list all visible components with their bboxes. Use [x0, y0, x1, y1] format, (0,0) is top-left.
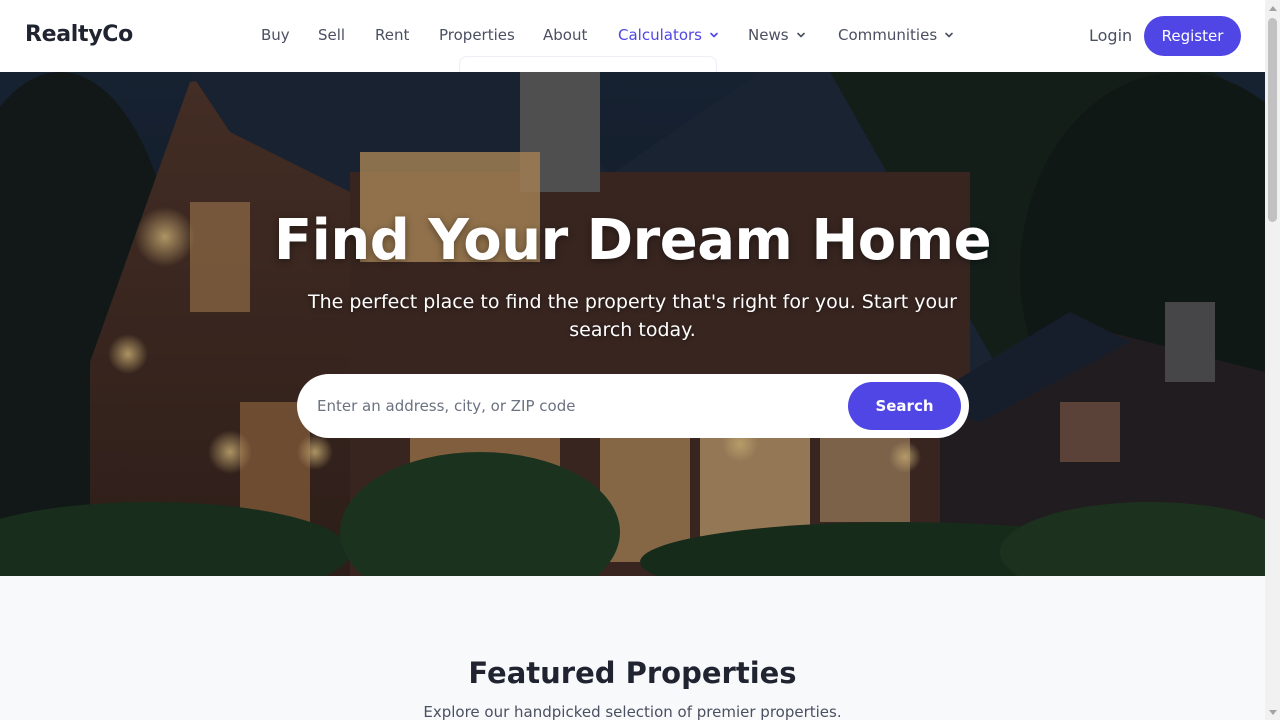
chevron-down-icon — [795, 29, 807, 41]
nav-link-communities[interactable]: Communities — [838, 26, 955, 44]
nav-link-label: Rent — [375, 26, 410, 44]
hero-subtitle: The perfect place to find the property t… — [308, 291, 957, 341]
register-button[interactable]: Register — [1144, 16, 1241, 56]
scrollbar-thumb[interactable] — [1268, 18, 1277, 222]
search-form: Search — [297, 374, 969, 438]
nav-link-buy[interactable]: Buy — [261, 26, 290, 44]
site-header: RealtyCo Buy Sell Rent Properties About … — [0, 0, 1265, 72]
scroll-down-arrow-icon[interactable] — [1265, 705, 1280, 720]
nav-link-label: Communities — [838, 26, 938, 44]
nav-link-label: About — [543, 26, 588, 44]
nav-link-news[interactable]: News — [748, 26, 807, 44]
nav-link-label: News — [748, 26, 789, 44]
nav-link-label: Calculators — [618, 26, 702, 44]
login-link[interactable]: Login — [1089, 26, 1132, 45]
nav-link-label: Sell — [318, 26, 346, 44]
calculators-dropdown-menu — [459, 56, 717, 72]
chevron-down-icon — [708, 29, 720, 41]
scroll-up-arrow-icon[interactable] — [1265, 0, 1280, 15]
page-scrollbar[interactable] — [1265, 0, 1280, 720]
search-input[interactable] — [317, 397, 848, 415]
nav-link-about[interactable]: About — [543, 26, 587, 44]
main-nav: Buy Sell Rent Properties About Calculato… — [0, 0, 1265, 72]
nav-link-rent[interactable]: Rent — [375, 26, 409, 44]
chevron-down-icon — [943, 29, 955, 41]
featured-title: Featured Properties — [468, 656, 797, 690]
nav-link-properties[interactable]: Properties — [439, 26, 515, 44]
nav-link-calculators[interactable]: Calculators — [618, 26, 720, 44]
nav-link-label: Buy — [261, 26, 290, 44]
nav-link-sell[interactable]: Sell — [318, 26, 345, 44]
hero-title: Find Your Dream Home — [273, 208, 992, 273]
featured-subtitle: Explore our handpicked selection of prem… — [423, 703, 842, 720]
nav-link-label: Properties — [439, 26, 515, 44]
hero-section: Find Your Dream Home The perfect place t… — [0, 72, 1265, 576]
search-button[interactable]: Search — [848, 382, 961, 430]
